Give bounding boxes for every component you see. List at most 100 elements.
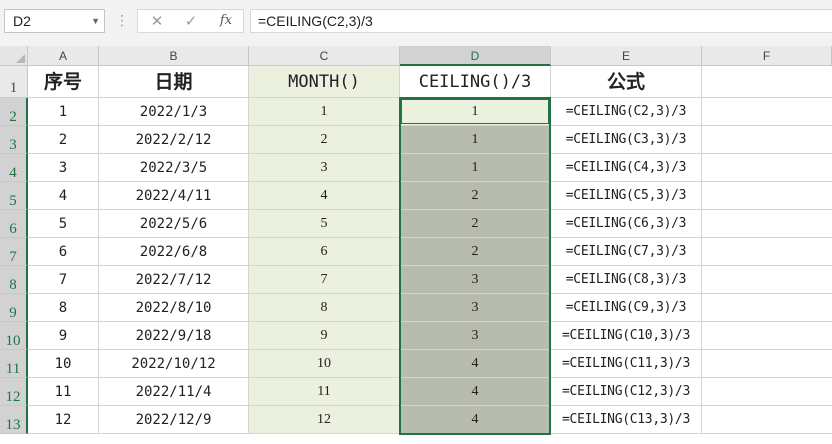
data-cell[interactable]: 2 — [400, 182, 551, 210]
data-cell[interactable]: 2 — [400, 210, 551, 238]
data-cell[interactable]: 2022/9/18 — [99, 322, 249, 350]
row-header-1[interactable]: 1 — [0, 66, 28, 98]
header-cell-c[interactable]: MONTH() — [249, 66, 400, 98]
data-cell[interactable]: 2 — [400, 238, 551, 266]
data-cell[interactable]: 9 — [249, 322, 400, 350]
data-cell[interactable]: 10 — [28, 350, 99, 378]
data-cell[interactable]: 12 — [28, 406, 99, 434]
row-header-12[interactable]: 12 — [0, 378, 28, 406]
column-header-f[interactable]: F — [702, 46, 832, 66]
data-cell[interactable]: 2022/6/8 — [99, 238, 249, 266]
enter-icon[interactable]: ✓ — [180, 12, 202, 30]
column-header-d[interactable]: D — [400, 46, 551, 66]
data-cell[interactable]: 4 — [400, 350, 551, 378]
data-cell[interactable]: 11 — [28, 378, 99, 406]
empty-cell[interactable] — [702, 66, 832, 98]
row-header-8[interactable]: 8 — [0, 266, 28, 294]
data-cell[interactable]: 2022/1/3 — [99, 98, 249, 126]
formula-cell[interactable]: =CEILING(C3,3)/3 — [551, 126, 702, 154]
row-header-5[interactable]: 5 — [0, 182, 28, 210]
data-cell[interactable]: 7 — [249, 266, 400, 294]
data-cell[interactable]: 10 — [249, 350, 400, 378]
formula-cell[interactable]: =CEILING(C12,3)/3 — [551, 378, 702, 406]
data-cell[interactable]: 3 — [400, 322, 551, 350]
row-header-10[interactable]: 10 — [0, 322, 28, 350]
vertical-dots-icon[interactable]: ⋮ — [115, 12, 129, 30]
empty-cell[interactable] — [702, 238, 832, 266]
row-header-7[interactable]: 7 — [0, 238, 28, 266]
cancel-icon[interactable]: ✕ — [146, 12, 168, 30]
data-cell[interactable]: 2 — [249, 126, 400, 154]
row-header-13[interactable]: 13 — [0, 406, 28, 434]
data-cell[interactable]: 8 — [28, 294, 99, 322]
data-cell[interactable]: 12 — [249, 406, 400, 434]
data-cell[interactable]: 4 — [249, 182, 400, 210]
name-box[interactable]: D2 ▼ — [4, 9, 105, 33]
formula-cell[interactable]: =CEILING(C9,3)/3 — [551, 294, 702, 322]
header-cell-b[interactable]: 日期 — [99, 66, 249, 98]
data-cell[interactable]: 4 — [400, 406, 551, 434]
row-header-4[interactable]: 4 — [0, 154, 28, 182]
data-cell[interactable]: 2022/3/5 — [99, 154, 249, 182]
formula-input[interactable]: =CEILING(C2,3)/3 — [250, 9, 832, 33]
select-all-button[interactable] — [0, 46, 28, 66]
formula-cell[interactable]: =CEILING(C5,3)/3 — [551, 182, 702, 210]
formula-cell[interactable]: =CEILING(C11,3)/3 — [551, 350, 702, 378]
data-cell[interactable]: 2022/8/10 — [99, 294, 249, 322]
formula-cell[interactable]: =CEILING(C7,3)/3 — [551, 238, 702, 266]
empty-cell[interactable] — [702, 294, 832, 322]
spreadsheet-grid[interactable]: A B C D E F 1 序号 日期 MONTH() CEILING()/3 公式 2 1 2022/1/… — [0, 46, 832, 435]
empty-cell[interactable] — [702, 98, 832, 126]
column-header-b[interactable]: B — [99, 46, 249, 66]
data-cell[interactable]: 2022/12/9 — [99, 406, 249, 434]
data-cell[interactable]: 2022/11/4 — [99, 378, 249, 406]
empty-cell[interactable] — [702, 126, 832, 154]
data-cell[interactable]: 6 — [249, 238, 400, 266]
data-cell[interactable]: 5 — [28, 210, 99, 238]
empty-cell[interactable] — [702, 266, 832, 294]
data-cell[interactable]: 2022/7/12 — [99, 266, 249, 294]
data-cell[interactable]: 2022/10/12 — [99, 350, 249, 378]
formula-cell[interactable]: =CEILING(C13,3)/3 — [551, 406, 702, 434]
row-header-9[interactable]: 9 — [0, 294, 28, 322]
insert-function-icon[interactable]: fx — [215, 12, 237, 30]
data-cell[interactable]: 1 — [28, 98, 99, 126]
chevron-down-icon[interactable]: ▼ — [91, 10, 100, 32]
formula-cell[interactable]: =CEILING(C8,3)/3 — [551, 266, 702, 294]
data-cell[interactable]: 7 — [28, 266, 99, 294]
column-header-e[interactable]: E — [551, 46, 702, 66]
formula-cell[interactable]: =CEILING(C2,3)/3 — [551, 98, 702, 126]
data-cell[interactable]: 2022/5/6 — [99, 210, 249, 238]
header-cell-d[interactable]: CEILING()/3 — [400, 66, 551, 98]
data-cell[interactable]: 4 — [400, 378, 551, 406]
row-header-2[interactable]: 2 — [0, 98, 28, 126]
column-header-c[interactable]: C — [249, 46, 400, 66]
column-header-a[interactable]: A — [28, 46, 99, 66]
header-cell-a[interactable]: 序号 — [28, 66, 99, 98]
empty-cell[interactable] — [702, 378, 832, 406]
data-cell[interactable]: 2022/4/11 — [99, 182, 249, 210]
data-cell[interactable]: 4 — [28, 182, 99, 210]
data-cell[interactable]: 3 — [28, 154, 99, 182]
empty-cell[interactable] — [702, 210, 832, 238]
data-cell[interactable]: 2 — [28, 126, 99, 154]
data-cell[interactable]: 9 — [28, 322, 99, 350]
data-cell[interactable]: 3 — [249, 154, 400, 182]
header-cell-e[interactable]: 公式 — [551, 66, 702, 98]
empty-cell[interactable] — [702, 154, 832, 182]
data-cell[interactable]: 3 — [400, 294, 551, 322]
data-cell[interactable]: 1 — [400, 126, 551, 154]
formula-cell[interactable]: =CEILING(C4,3)/3 — [551, 154, 702, 182]
formula-cell[interactable]: =CEILING(C6,3)/3 — [551, 210, 702, 238]
data-cell[interactable]: 6 — [28, 238, 99, 266]
data-cell[interactable]: 8 — [249, 294, 400, 322]
row-header-11[interactable]: 11 — [0, 350, 28, 378]
row-header-3[interactable]: 3 — [0, 126, 28, 154]
empty-cell[interactable] — [702, 350, 832, 378]
empty-cell[interactable] — [702, 322, 832, 350]
row-header-6[interactable]: 6 — [0, 210, 28, 238]
data-cell[interactable]: 1 — [400, 98, 551, 126]
data-cell[interactable]: 1 — [400, 154, 551, 182]
empty-cell[interactable] — [702, 182, 832, 210]
empty-cell[interactable] — [702, 406, 832, 434]
